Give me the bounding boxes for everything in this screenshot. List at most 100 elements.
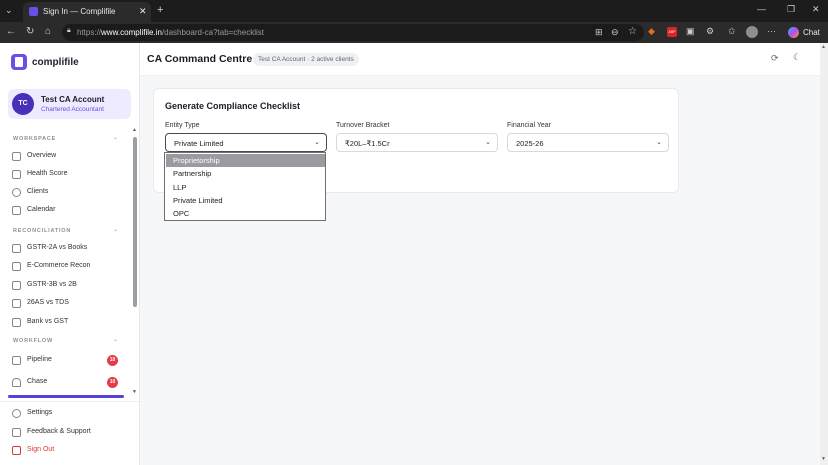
page-scrollbar[interactable]: ▲ ▼	[820, 43, 828, 465]
account-name: Test CA Account	[41, 95, 105, 104]
gear-icon	[12, 409, 21, 418]
sidebar-item-label: GSTR-3B vs 2B	[27, 281, 77, 288]
adblock-icon[interactable]: ABP	[667, 27, 677, 37]
financial-year-select[interactable]: 2025-26 ⌄	[507, 133, 669, 152]
page-scroll-down-icon[interactable]: ▼	[821, 456, 826, 462]
brand-name[interactable]: complifile	[32, 57, 79, 68]
dropdown-option-private-limited[interactable]: Private Limited	[166, 194, 325, 207]
scroll-down-icon[interactable]: ▼	[132, 389, 137, 395]
section-workspace-chevron-icon[interactable]: ⌄	[113, 134, 118, 141]
sidebar-item-label: Sign Out	[27, 446, 55, 453]
dropdown-option-opc[interactable]: OPC	[166, 207, 325, 220]
page-title: CA Command Centre	[147, 53, 253, 65]
users-icon	[12, 188, 21, 197]
scrollbar-thumb[interactable]	[133, 137, 137, 307]
tab-list-icon[interactable]: ⌄	[5, 6, 13, 15]
financial-year-value: 2025-26	[516, 139, 544, 148]
sidebar-item-health-score[interactable]: Health Score	[12, 168, 124, 182]
tab-close-icon[interactable]: ✕	[139, 6, 147, 17]
sidebar-item-clients[interactable]: Clients	[12, 186, 124, 200]
brand-logo-icon	[11, 54, 27, 70]
maximize-icon[interactable]: ❐	[787, 5, 795, 14]
entity-type-label: Entity Type	[165, 122, 200, 129]
settings-extension-icon[interactable]: ⚙	[706, 27, 714, 36]
sidebar-item-label: E-Commerce Recon	[27, 262, 91, 269]
reader-icon[interactable]: ⊖	[611, 28, 619, 37]
section-reconciliation[interactable]: RECONCILIATION	[13, 228, 71, 234]
favorites-icon[interactable]: ✩	[728, 27, 736, 36]
bank-icon	[12, 318, 21, 327]
sidebar-footer-divider	[0, 401, 139, 402]
lock-icon: 🔒︎	[67, 27, 71, 34]
more-menu-icon[interactable]: ···	[767, 27, 776, 36]
app: complifile TC Test CA Account Chartered …	[0, 43, 828, 465]
url-prefix: https://	[77, 28, 102, 37]
turnover-select[interactable]: ₹20L–₹1.5Cr ⌄	[336, 133, 498, 152]
chevron-down-icon: ⌄	[314, 139, 320, 146]
entity-type-dropdown: Proprietorship Partnership LLP Private L…	[164, 152, 326, 221]
sidebar-item-overview[interactable]: Overview	[12, 150, 124, 164]
chevron-down-icon: ⌄	[656, 139, 662, 146]
logout-icon	[12, 446, 21, 455]
extension-fox-icon[interactable]: ◆	[648, 27, 655, 36]
section-workspace[interactable]: WORKSPACE	[13, 136, 56, 142]
profile-avatar-icon[interactable]	[746, 26, 758, 38]
sidebar-item-26as-vs-tds[interactable]: 26AS vs TDS	[12, 297, 124, 311]
entity-type-value: Private Limited	[174, 139, 224, 148]
message-icon	[12, 428, 21, 437]
refresh-icon[interactable]: ↻	[26, 27, 34, 37]
chat-label: Chat	[803, 28, 820, 37]
calendar-icon	[12, 206, 21, 215]
close-window-icon[interactable]: ✕	[812, 5, 820, 14]
adblock-label: ABP	[668, 30, 676, 34]
scroll-up-icon[interactable]: ▲	[132, 127, 137, 133]
url-host: www.complifile.in	[101, 28, 162, 37]
sidebar-item-gstr-3b-vs-2b[interactable]: GSTR-3B vs 2B	[12, 279, 124, 293]
sidebar-scrollbar[interactable]: ▲ ▼	[132, 127, 138, 399]
section-reconciliation-chevron-icon[interactable]: ⌄	[113, 226, 118, 233]
sidebar-item-label: Health Score	[27, 170, 68, 177]
dropdown-option-llp[interactable]: LLP	[166, 181, 325, 194]
sidebar-item-bank-vs-gst[interactable]: Bank vs GST	[12, 316, 124, 330]
favorite-star-icon[interactable]: ☆	[628, 27, 637, 37]
apps-icon[interactable]: ⊞	[595, 28, 603, 37]
avatar: TC	[12, 93, 34, 115]
home-icon[interactable]: ⌂	[45, 27, 51, 37]
browser-tab[interactable]: Sign In — Complifile ✕	[23, 2, 151, 22]
sidebar-item-settings[interactable]: Settings	[12, 407, 124, 421]
browser-toolbar: ← ↻ ⌂ 🔒︎ https://www.complifile.in/dashb…	[0, 22, 828, 43]
main-content: CA Command Centre Test CA Account · 2 ac…	[140, 43, 820, 465]
compare-icon	[12, 281, 21, 290]
bell-icon	[12, 378, 21, 387]
turnover-value: ₹20L–₹1.5Cr	[345, 139, 390, 148]
refresh-icon[interactable]: ⟳	[771, 53, 779, 64]
theme-toggle-moon-icon[interactable]: ☾	[793, 52, 801, 63]
account-card[interactable]: TC Test CA Account Chartered Accountant	[8, 89, 131, 119]
sidebar-item-sign-out[interactable]: Sign Out	[12, 444, 124, 458]
trend-icon	[12, 356, 21, 365]
sidebar-item-gstr-2a-vs-books[interactable]: GSTR-2A vs Books	[12, 242, 124, 256]
sidebar-item-ecommerce-recon[interactable]: E-Commerce Recon	[12, 260, 124, 274]
minimize-icon[interactable]: —	[757, 5, 766, 14]
sidebar-item-label: Overview	[27, 152, 57, 159]
copilot-chat-button[interactable]: Chat	[787, 25, 825, 40]
address-bar[interactable]: 🔒︎ https://www.complifile.in/dashboard-c…	[62, 24, 644, 41]
sidebar-item-label: Bank vs GST	[27, 318, 69, 325]
sidebar-item-feedback[interactable]: Feedback & Support	[12, 426, 124, 440]
sidebar-item-calendar[interactable]: Calendar	[12, 204, 124, 218]
dropdown-option-proprietorship[interactable]: Proprietorship	[166, 154, 325, 167]
back-icon[interactable]: ←	[6, 27, 16, 37]
new-tab-icon[interactable]: +	[157, 5, 163, 16]
account-role: Chartered Accountant	[41, 106, 104, 113]
extension-icon[interactable]: ▣	[686, 27, 695, 36]
sidebar-item-label: Clients	[27, 188, 49, 195]
sidebar-item-label: Settings	[27, 409, 53, 416]
url-text: https://www.complifile.in/dashboard-ca?t…	[77, 28, 264, 37]
section-workflow-chevron-icon[interactable]: ⌄	[113, 336, 118, 343]
financial-year-label: Financial Year	[507, 122, 551, 129]
entity-type-select[interactable]: Private Limited ⌄	[165, 133, 327, 152]
page-scroll-up-icon[interactable]: ▲	[821, 44, 826, 50]
avatar-initials: TC	[18, 100, 28, 107]
dropdown-option-partnership[interactable]: Partnership	[166, 167, 325, 180]
section-workflow[interactable]: WORKFLOW	[13, 338, 53, 344]
